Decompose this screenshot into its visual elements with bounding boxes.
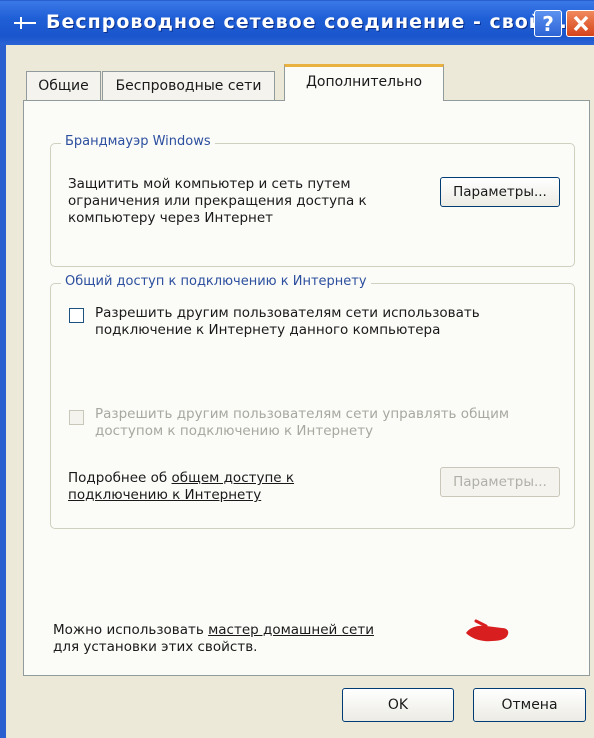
wizard-suffix: для установки этих свойств. xyxy=(53,639,258,655)
help-button[interactable]: ? xyxy=(534,10,562,37)
firewall-group: Брандмауэр Windows Защитить мой компьюте… xyxy=(50,134,575,267)
tab-advanced[interactable]: Дополнительно xyxy=(284,64,444,101)
pointing-hand-icon xyxy=(466,619,509,642)
ics-more-info: Подробнее об общем доступе к подключению… xyxy=(68,470,368,504)
allow-sharing-checkbox[interactable] xyxy=(69,308,84,323)
allow-sharing-label[interactable]: Разрешить другим пользователям сети испо… xyxy=(95,305,535,339)
close-button[interactable] xyxy=(566,10,594,37)
wizard-prefix: Можно использовать xyxy=(53,622,209,638)
ics-more-info-prefix: Подробнее об xyxy=(68,470,172,486)
allow-control-label: Разрешить другим пользователям сети упра… xyxy=(95,406,510,439)
home-network-wizard-link[interactable]: мастер домашней сети xyxy=(208,622,374,638)
window-title: Беспроводное сетевое соединение - свой..… xyxy=(46,11,568,33)
ics-legend: Общий доступ к подключению к Интернету xyxy=(61,274,371,289)
ics-settings-button: Параметры... xyxy=(440,467,560,497)
ok-button[interactable]: OK xyxy=(342,688,454,722)
firewall-description: Защитить мой компьютер и сеть путем огра… xyxy=(68,176,367,226)
firewall-legend: Брандмауэр Windows xyxy=(61,134,215,149)
close-icon xyxy=(573,15,589,32)
cancel-button[interactable]: Отмена xyxy=(473,688,586,722)
wizard-note: Можно использовать мастер домашней сети … xyxy=(53,622,483,656)
advanced-tab-panel: Брандмауэр Windows Защитить мой компьюте… xyxy=(23,100,590,676)
tab-wireless-networks[interactable]: Беспроводные сети xyxy=(102,71,275,101)
firewall-settings-button[interactable]: Параметры... xyxy=(440,177,560,207)
ics-group: Общий доступ к подключению к Интернету Р… xyxy=(50,274,575,529)
tab-general[interactable]: Общие xyxy=(26,71,101,101)
network-connection-icon xyxy=(14,17,36,29)
title-bar[interactable]: Беспроводное сетевое соединение - свой..… xyxy=(0,1,594,45)
allow-control-checkbox[interactable] xyxy=(69,410,84,425)
properties-dialog: Беспроводное сетевое соединение - свой..… xyxy=(0,0,594,738)
